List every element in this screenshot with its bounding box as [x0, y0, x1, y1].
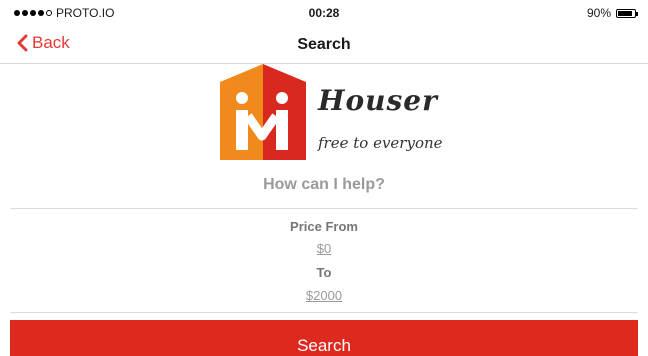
price-from-label: Price From	[290, 219, 358, 234]
house-logo-icon	[220, 64, 306, 160]
price-to-label: To	[316, 265, 332, 280]
divider-bottom	[10, 312, 638, 313]
price-to-value[interactable]: $2000	[0, 288, 648, 303]
battery-percent: 90%	[586, 6, 611, 20]
page-title: Search	[297, 36, 351, 53]
help-prompt: How can I help?	[263, 176, 385, 193]
logo-name: Houser	[318, 84, 438, 117]
battery-group: 90%	[586, 6, 638, 20]
price-to-link[interactable]: $2000	[306, 288, 342, 303]
search-button[interactable]: Search	[10, 320, 638, 356]
battery-level-fill	[618, 10, 633, 16]
nav-bar: Back Search	[0, 28, 648, 64]
price-from-link[interactable]: $0	[317, 241, 331, 256]
logo-tagline: free to everyone	[318, 134, 443, 152]
status-bar: PROTO.IO 00:28 90%	[0, 0, 648, 28]
divider-top	[10, 208, 638, 209]
status-time: 00:28	[308, 6, 340, 20]
battery-icon	[616, 8, 638, 18]
price-from-value[interactable]: $0	[0, 241, 648, 256]
houser-logo: Houser free to everyone	[220, 64, 450, 160]
